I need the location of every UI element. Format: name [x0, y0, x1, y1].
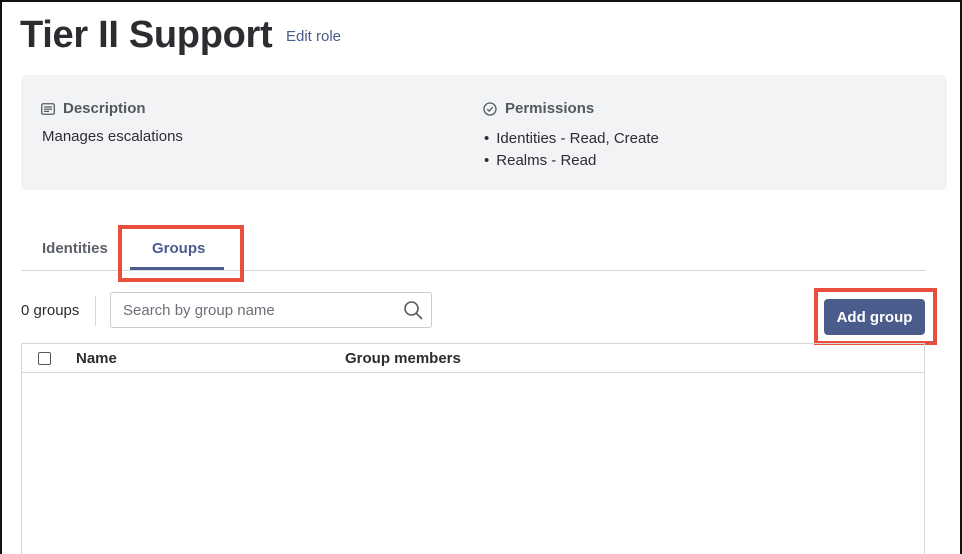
groups-table: Name Group members: [21, 343, 925, 554]
permission-item: Realms - Read: [484, 150, 659, 172]
column-header-name[interactable]: Name: [76, 350, 117, 367]
search-icon[interactable]: [403, 300, 423, 325]
search-input[interactable]: [111, 301, 391, 319]
description-text: Manages escalations: [42, 128, 183, 145]
column-header-group-members[interactable]: Group members: [345, 350, 461, 367]
document-lines-icon: [41, 102, 55, 115]
table-header: Name Group members: [22, 344, 924, 373]
permissions-list: Identities - Read, Create Realms - Read: [484, 128, 659, 172]
group-search: [110, 292, 432, 328]
description-heading: Description: [41, 100, 146, 117]
permissions-heading-label: Permissions: [505, 100, 595, 117]
description-heading-label: Description: [63, 100, 146, 117]
groups-tab-highlight: [118, 225, 244, 282]
check-circle-icon: [483, 101, 497, 116]
toolbar-divider: [95, 296, 96, 326]
permissions-heading: Permissions: [483, 100, 594, 117]
add-group-highlight: [814, 288, 937, 345]
page-title: Tier II Support: [20, 14, 273, 56]
group-count: 0 groups: [21, 302, 80, 319]
role-info-panel: Description Manages escalations Permissi…: [21, 75, 947, 190]
permission-item: Identities - Read, Create: [484, 128, 659, 150]
edit-role-link[interactable]: Edit role: [286, 28, 341, 45]
select-all-checkbox[interactable]: [38, 352, 51, 365]
tab-identities[interactable]: Identities: [42, 240, 108, 257]
